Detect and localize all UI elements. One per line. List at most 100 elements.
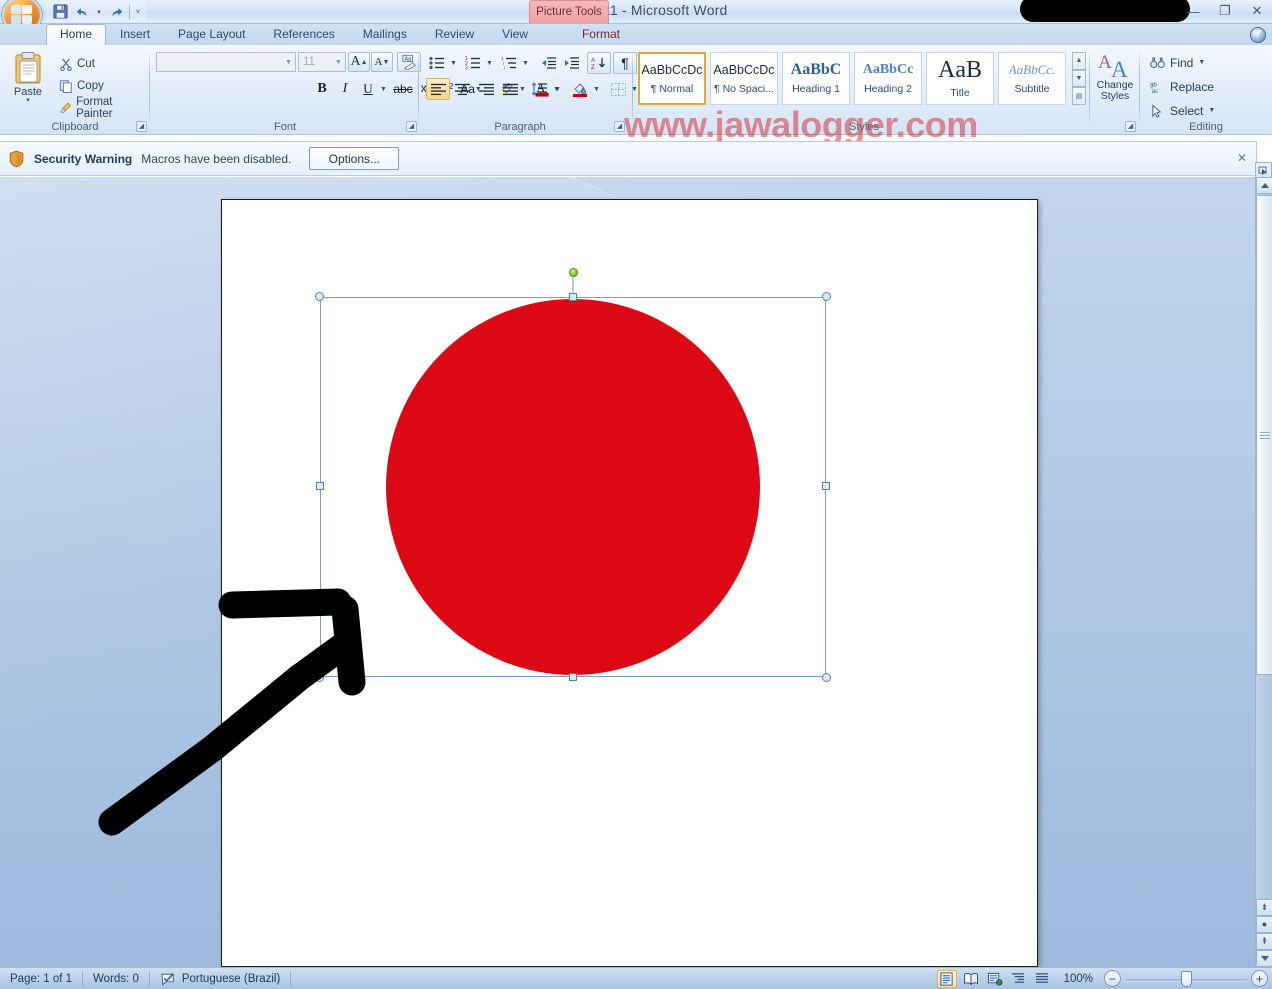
numbering-dropdown-icon[interactable]: ▼ (484, 52, 495, 74)
find-button[interactable]: Find ▼ (1146, 52, 1209, 73)
format-painter-button[interactable]: Format Painter (56, 96, 150, 120)
style-no-spacing[interactable]: AaBbCcDc ¶ No Spaci... (710, 52, 778, 105)
rotation-handle[interactable] (568, 268, 578, 277)
handle-bottom-right[interactable] (822, 673, 831, 682)
styles-scroll-up-icon[interactable]: ▲ (1072, 52, 1086, 70)
minimize-button[interactable]: — (1182, 2, 1204, 20)
previous-page-button[interactable]: ⇞ (1256, 933, 1272, 950)
handle-top-left[interactable] (315, 292, 324, 301)
scroll-up-button[interactable] (1256, 177, 1272, 194)
shading-dropdown-icon[interactable]: ▼ (591, 78, 602, 100)
scrollbar-thumb[interactable] (1256, 195, 1272, 675)
zoom-slider-thumb[interactable] (1181, 970, 1192, 987)
print-layout-view-button[interactable] (936, 969, 957, 988)
help-icon[interactable]: ? (1250, 27, 1266, 43)
increase-indent-icon[interactable] (560, 52, 583, 74)
word-count[interactable]: Words: 0 (83, 970, 149, 988)
handle-middle-left[interactable] (316, 482, 324, 490)
font-size-dropdown-icon[interactable]: ▼ (332, 59, 345, 66)
status-bar: Page: 1 of 1 Words: 0 Portuguese (Brazil… (0, 967, 1272, 989)
handle-middle-right[interactable] (822, 482, 830, 490)
style-normal[interactable]: AaBbCcDc ¶ Normal (638, 52, 706, 105)
multilevel-dropdown-icon[interactable]: ▼ (520, 52, 531, 74)
tab-references[interactable]: References (259, 24, 348, 45)
paragraph-dialog-launcher[interactable]: ◢ (614, 121, 625, 132)
title-bar: ▾ ⩛ Document1 - Microsoft Word — ❐ ✕ (0, 0, 1272, 34)
copy-button[interactable]: Copy (56, 76, 107, 95)
bold-button[interactable]: B (311, 78, 333, 100)
select-button[interactable]: Select ▼ (1146, 100, 1219, 121)
align-center-icon[interactable] (450, 78, 474, 100)
cut-button[interactable]: Cut (56, 54, 98, 73)
security-options-button[interactable]: Options... (309, 147, 400, 170)
vertical-scrollbar[interactable]: ⇟ ● ⇞ (1255, 177, 1272, 967)
paste-button[interactable]: Paste ▾ (6, 50, 50, 112)
align-right-icon[interactable] (474, 78, 498, 100)
find-dropdown-icon[interactable]: ▼ (1198, 59, 1205, 66)
tab-format[interactable]: Format (568, 24, 634, 45)
document-page[interactable] (221, 199, 1038, 967)
clipboard-dialog-launcher[interactable]: ◢ (136, 121, 147, 132)
line-spacing-dropdown-icon[interactable]: ▼ (551, 78, 562, 100)
restore-button[interactable]: ❐ (1214, 2, 1236, 20)
style-heading-2[interactable]: AaBbCc Heading 2 (854, 52, 922, 105)
justify-icon[interactable] (498, 78, 522, 100)
shrink-font-button[interactable]: A ▼ (371, 52, 393, 72)
bullets-icon[interactable] (426, 52, 448, 74)
scroll-down-button[interactable] (1256, 950, 1272, 967)
tab-review[interactable]: Review (421, 24, 488, 45)
paste-dropdown-icon[interactable]: ▾ (26, 97, 30, 104)
font-group-label: Font (273, 121, 296, 133)
zoom-slider[interactable] (1125, 970, 1247, 988)
styles-scroll-down-icon[interactable]: ▼ (1072, 69, 1086, 88)
tab-insert[interactable]: Insert (106, 24, 164, 45)
page-indicator[interactable]: Page: 1 of 1 (0, 970, 82, 988)
next-page-button[interactable]: ⇟ (1256, 899, 1272, 916)
underline-dropdown-icon[interactable]: ▼ (378, 78, 389, 100)
sort-icon[interactable]: A Z (587, 52, 611, 74)
handle-bottom-center[interactable] (569, 673, 577, 681)
font-name-combo[interactable]: ▼ (156, 52, 296, 72)
handle-bottom-left[interactable] (315, 673, 324, 682)
close-button[interactable]: ✕ (1246, 2, 1268, 20)
change-styles-button[interactable]: A A Change Styles (1089, 46, 1140, 134)
tab-home[interactable]: Home (46, 24, 107, 45)
multilevel-list-icon[interactable]: 1ii (498, 52, 520, 74)
style-subtitle[interactable]: AaBbCc. Subtitle (998, 52, 1066, 105)
tab-mailings[interactable]: Mailings (349, 24, 421, 45)
language-indicator[interactable]: Portuguese (Brazil) (150, 970, 290, 988)
font-name-dropdown-icon[interactable]: ▼ (282, 59, 295, 66)
select-browse-object-button[interactable]: ● (1256, 916, 1272, 933)
strikethrough-button[interactable]: abc (391, 78, 415, 100)
close-security-bar-icon[interactable]: ✕ (1234, 150, 1250, 166)
web-layout-view-button[interactable] (985, 970, 1005, 988)
replace-button[interactable]: ab ac Replace (1146, 76, 1218, 97)
handle-top-right[interactable] (822, 292, 831, 301)
handle-top-center[interactable] (569, 293, 577, 301)
shading-icon[interactable] (568, 78, 592, 100)
numbering-icon[interactable]: 123 (462, 52, 484, 74)
style-heading-1[interactable]: AaBbC Heading 1 (782, 52, 850, 105)
decrease-indent-icon[interactable] (537, 52, 560, 74)
grow-font-button[interactable]: A ▲ (348, 52, 370, 72)
align-left-icon[interactable] (426, 78, 450, 100)
selected-picture[interactable] (315, 268, 831, 682)
font-size-combo[interactable]: 11 ▼ (298, 52, 346, 72)
zoom-in-button[interactable]: + (1251, 970, 1268, 987)
style-title[interactable]: AaB Title (926, 52, 994, 105)
tab-page-layout[interactable]: Page Layout (164, 24, 259, 45)
zoom-level-label[interactable]: 100% (1057, 973, 1100, 985)
tab-view[interactable]: View (488, 24, 542, 45)
full-screen-reading-view-button[interactable] (961, 970, 981, 988)
borders-icon[interactable] (606, 78, 630, 100)
italic-button[interactable]: I (334, 78, 356, 100)
bullets-dropdown-icon[interactable]: ▼ (448, 52, 459, 74)
underline-button[interactable]: U (357, 78, 379, 100)
line-spacing-icon[interactable] (528, 78, 551, 100)
security-warning-bar: Security Warning Macros have been disabl… (0, 141, 1257, 176)
select-dropdown-icon[interactable]: ▼ (1208, 107, 1215, 114)
outline-view-button[interactable] (1009, 970, 1029, 988)
zoom-out-button[interactable]: − (1104, 970, 1121, 987)
draft-view-button[interactable] (1033, 970, 1053, 988)
styles-more-icon[interactable]: ▤ (1072, 87, 1086, 106)
